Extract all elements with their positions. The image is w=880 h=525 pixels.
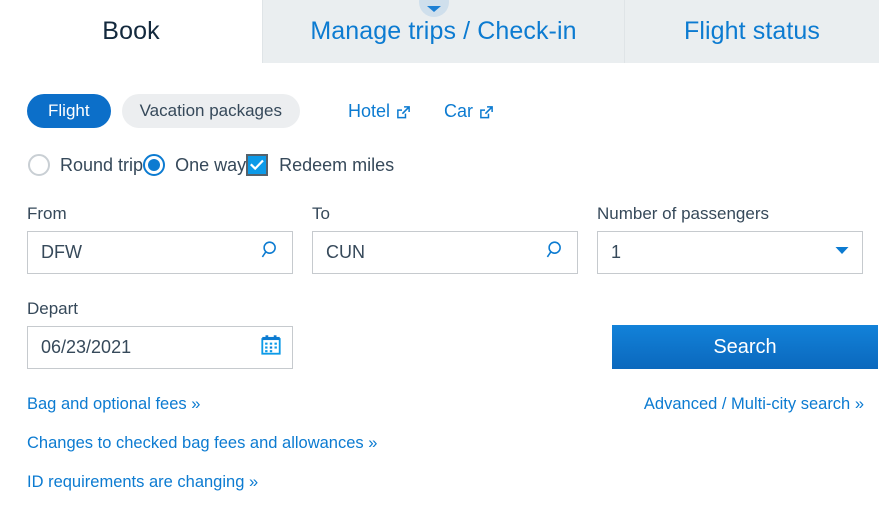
radio-one-way[interactable]: One way	[143, 154, 246, 176]
passengers-label: Number of passengers	[597, 204, 769, 223]
search-button[interactable]: Search	[612, 325, 878, 369]
advanced-multi-city-search-link[interactable]: Advanced / Multi-city search »	[644, 395, 864, 414]
chevron-down-icon[interactable]	[832, 240, 852, 265]
car-link-label: Car	[444, 100, 474, 121]
booking-form: Flight Vacation packages Hotel Car Round…	[0, 94, 880, 492]
radio-round-trip-label: Round trip	[60, 154, 144, 175]
passengers-value: 1	[611, 242, 622, 262]
origin-destination-row: From DFW To CUN Number of passengers 1	[0, 204, 880, 274]
bag-and-optional-fees-link[interactable]: Bag and optional fees »	[27, 395, 200, 414]
checked-bag-fees-changes-link[interactable]: Changes to checked bag fees and allowanc…	[27, 434, 377, 453]
search-icon[interactable]	[545, 239, 567, 266]
tab-manage-trips-checkin-label: Manage trips / Check-in	[310, 17, 577, 45]
tab-flight-status[interactable]: Flight status	[625, 0, 879, 63]
product-tab-flight-label: Flight	[48, 101, 90, 120]
tab-book-label: Book	[102, 17, 160, 45]
radio-one-way-label: One way	[175, 154, 247, 175]
hotel-link-label: Hotel	[347, 100, 391, 121]
from-label: From	[27, 204, 67, 223]
to-field-group: To CUN	[312, 204, 578, 274]
radio-round-trip-indicator	[28, 154, 50, 176]
search-button-label: Search	[713, 335, 777, 358]
checkbox-redeem-miles-indicator	[246, 154, 269, 176]
main-tab-bar: Book Manage trips / Check-in Flight stat…	[0, 0, 880, 63]
car-link[interactable]: Car	[444, 101, 494, 122]
product-tab-flight[interactable]: Flight	[27, 94, 111, 128]
external-link-icon	[479, 104, 494, 119]
radio-round-trip[interactable]: Round trip	[28, 154, 143, 176]
checkbox-redeem-miles-label: Redeem miles	[279, 154, 395, 175]
id-requirements-link[interactable]: ID requirements are changing »	[27, 473, 258, 492]
external-link-icon	[396, 104, 411, 119]
depart-label: Depart	[27, 299, 79, 318]
search-icon[interactable]	[260, 239, 282, 266]
depart-date-value: 06/23/2021	[41, 337, 132, 357]
passengers-field-group: Number of passengers 1	[597, 204, 863, 274]
footer-links: Bag and optional fees » Changes to check…	[0, 395, 880, 492]
tab-flight-status-label: Flight status	[683, 17, 821, 45]
checkbox-redeem-miles[interactable]: Redeem miles	[246, 154, 394, 176]
depart-date-input[interactable]: 06/23/2021	[27, 326, 293, 369]
from-field-group: From DFW	[27, 204, 293, 274]
calendar-icon[interactable]	[260, 334, 282, 361]
trip-options-row: Round trip One way Redeem miles	[28, 154, 880, 176]
product-tab-vacation-packages[interactable]: Vacation packages	[121, 94, 300, 128]
from-value: DFW	[41, 242, 82, 262]
to-value: CUN	[326, 242, 365, 262]
to-label: To	[312, 204, 330, 223]
to-input[interactable]: CUN	[312, 231, 578, 274]
depart-search-row: Depart 06/23/2021 Search	[0, 299, 880, 369]
depart-field-group: Depart 06/23/2021	[27, 299, 293, 369]
product-tab-vacation-packages-label: Vacation packages	[139, 101, 282, 120]
chevron-down-icon	[427, 6, 441, 12]
from-input[interactable]: DFW	[27, 231, 293, 274]
radio-one-way-indicator	[143, 154, 166, 176]
tab-book[interactable]: Book	[0, 0, 262, 63]
product-type-row: Flight Vacation packages Hotel Car	[27, 94, 880, 128]
hotel-link[interactable]: Hotel	[348, 101, 411, 122]
passengers-select[interactable]: 1	[597, 231, 863, 274]
